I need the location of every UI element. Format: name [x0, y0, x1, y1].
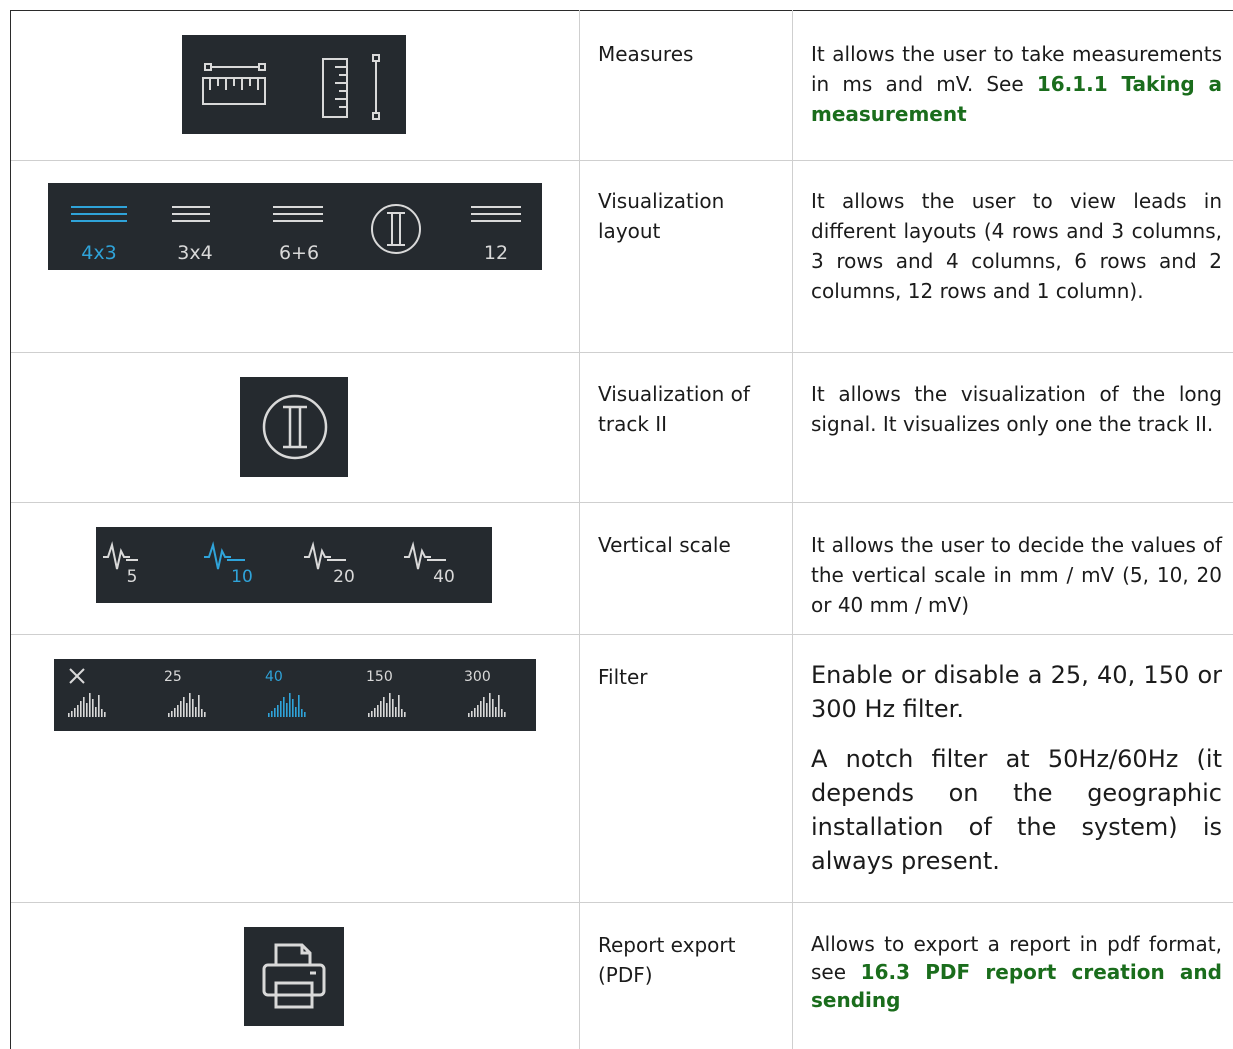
feature-name-visualization-layout: Visualization layout [598, 189, 725, 243]
feature-desc-measures: It allows the user to take measurements … [811, 39, 1222, 129]
layout-6plus6-label: 6+6 [279, 242, 319, 264]
scale-5-icon: 5 [103, 541, 138, 587]
filter-40-bars-icon [268, 693, 306, 717]
filter-off-bars-icon [68, 693, 106, 717]
filter-off-icon [69, 668, 85, 684]
layout-6plus6-icon: 6+6 [273, 206, 323, 264]
feature-desc-visualization-layout: It allows the user to view leads in diff… [811, 189, 1222, 303]
filter-300-bars-icon [468, 693, 506, 717]
feature-name-measures: Measures [598, 42, 694, 66]
track-ii-toolbar-image [240, 377, 348, 477]
row-divider [11, 352, 1233, 353]
feature-desc-vertical-scale: It allows the user to decide the values … [811, 533, 1222, 617]
scale-40-label: 40 [433, 567, 455, 587]
report-export-toolbar-image [244, 927, 344, 1026]
column-divider [579, 10, 580, 1049]
ruler-horizontal-icon [202, 63, 266, 105]
filter-desc-paragraph-1: Enable or disable a 25, 40, 150 or 300 H… [811, 661, 1222, 723]
filter-150-label: 150 [366, 669, 393, 685]
feature-name-track-ii: Visualization of track II [598, 382, 750, 436]
layout-toolbar-image: 4x3 3x4 6+6 12 [48, 183, 542, 270]
feature-name-report-export: Report export (PDF) [598, 933, 736, 987]
scale-20-label: 20 [333, 567, 355, 587]
feature-name-vertical-scale: Vertical scale [598, 533, 731, 557]
feature-desc-track-ii: It allows the visualization of the long … [811, 382, 1222, 436]
table-left-border [10, 10, 11, 1049]
measures-toolbar-image [182, 35, 406, 134]
track-ii-icon [371, 204, 421, 254]
layout-4x3-icon: 4x3 [71, 206, 127, 264]
filter-desc-paragraph-2: A notch filter at 50Hz/60Hz (it depends … [811, 745, 1222, 875]
filter-25-bars-icon [168, 693, 206, 717]
vertical-scale-toolbar-image: 5 10 20 40 [96, 527, 492, 603]
scale-10-label: 10 [231, 567, 253, 587]
row-divider [11, 160, 1233, 161]
layout-4x3-label: 4x3 [81, 242, 116, 264]
row-divider [11, 902, 1233, 903]
row-divider [11, 502, 1233, 503]
table-top-border [10, 10, 1233, 11]
scale-5-label: 5 [127, 567, 138, 587]
filter-40-label: 40 [265, 669, 283, 685]
layout-12-label: 12 [484, 242, 508, 264]
layout-3x4-label: 3x4 [177, 242, 212, 264]
filter-300-label: 300 [464, 669, 491, 685]
row-divider [11, 634, 1233, 635]
track-ii-icon [262, 394, 328, 460]
layout-3x4-icon: 3x4 [172, 206, 213, 264]
layout-12-icon: 12 [471, 206, 521, 264]
printer-icon [262, 943, 326, 1009]
column-divider [792, 10, 793, 1049]
feature-table [0, 0, 1233, 1049]
feature-desc-filter: Enable or disable a 25, 40, 150 or 300 H… [811, 658, 1222, 878]
filter-150-bars-icon [368, 693, 406, 717]
scale-10-icon: 10 [204, 541, 253, 587]
scale-20-icon: 20 [304, 541, 355, 587]
link-pdf-report[interactable]: 16.3 PDF report creation and sending [811, 960, 1222, 1012]
scale-40-icon: 40 [404, 541, 455, 587]
filter-25-label: 25 [164, 669, 182, 685]
feature-desc-report-export: Allows to export a report in pdf format,… [811, 930, 1222, 1014]
filter-toolbar-image: 25 40 150 300 [54, 659, 536, 731]
feature-name-filter: Filter [598, 665, 648, 689]
ruler-vertical-icon [322, 54, 380, 120]
